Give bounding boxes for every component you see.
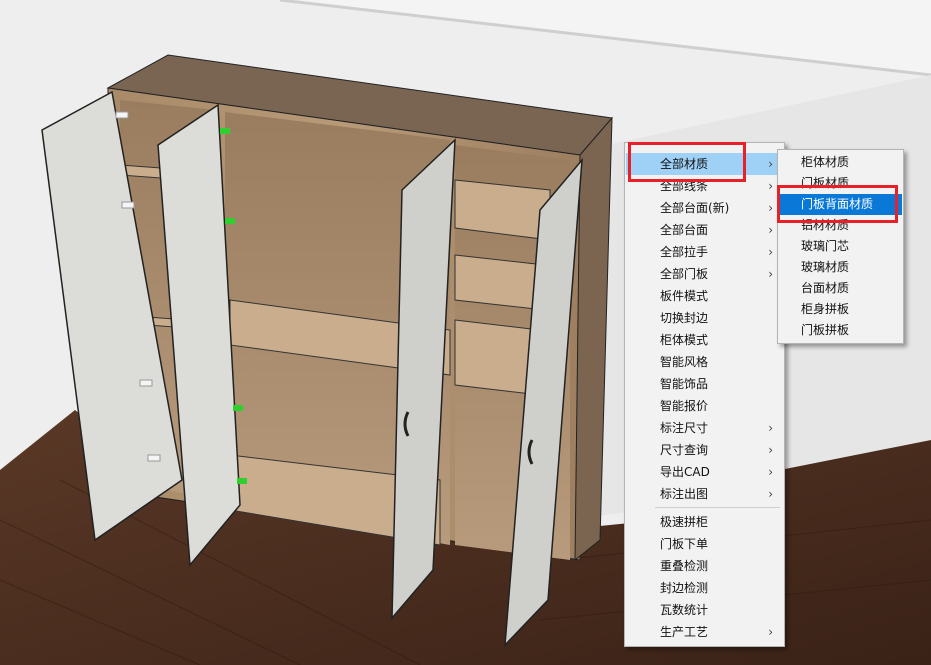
menu-item[interactable]: 标注出图 › xyxy=(626,483,783,505)
menu-item[interactable]: 瓦数统计 xyxy=(626,599,783,621)
menu-item[interactable]: 极速拼柜 xyxy=(626,511,783,533)
menu-item-label: 封边检测 xyxy=(660,581,709,595)
material-submenu: 柜体材质门板材质门板背面材质 铝材材质玻璃门芯玻璃材质台面材质柜身拼板门板拼板 xyxy=(777,149,904,344)
menu-item[interactable]: 门板下单 xyxy=(626,533,783,555)
menu-item[interactable]: 全部线条 › xyxy=(626,175,783,197)
chevron-right-icon: › xyxy=(768,157,773,171)
menu-item-label: 智能风格 xyxy=(660,355,709,369)
chevron-right-icon: › xyxy=(768,625,773,639)
menu-item[interactable]: 生产工艺 › xyxy=(626,621,783,643)
menu-item[interactable]: 尺寸查询 › xyxy=(626,439,783,461)
menu-item-label: 全部材质 xyxy=(660,157,709,171)
menu-item-label: 柜体模式 xyxy=(660,333,709,347)
menu-item[interactable]: 导出CAD › xyxy=(626,461,783,483)
menu-item[interactable]: 标注尺寸 › xyxy=(626,417,783,439)
chevron-right-icon: › xyxy=(768,179,773,193)
chevron-right-icon: › xyxy=(768,487,773,501)
menu-item-label: 生产工艺 xyxy=(660,625,709,639)
submenu-item-label: 玻璃材质 xyxy=(801,260,850,274)
submenu-item[interactable]: 铝材材质 xyxy=(779,215,902,236)
submenu-item-label: 玻璃门芯 xyxy=(801,239,850,253)
submenu-item-label: 门板背面材质 xyxy=(801,197,874,211)
menu-item[interactable]: 重叠检测 xyxy=(626,555,783,577)
chevron-right-icon: › xyxy=(768,421,773,435)
submenu-item-label: 门板拼板 xyxy=(801,323,850,337)
menu-item[interactable]: 智能饰品 xyxy=(626,373,783,395)
submenu-item[interactable]: 玻璃门芯 xyxy=(779,236,902,257)
chevron-right-icon: › xyxy=(768,443,773,457)
menu-item[interactable]: 切换封边 xyxy=(626,307,783,329)
chevron-right-icon: › xyxy=(768,201,773,215)
menu-item-label: 智能报价 xyxy=(660,399,709,413)
menu-item[interactable]: 全部台面 › xyxy=(626,219,783,241)
menu-item-label: 重叠检测 xyxy=(660,559,709,573)
menu-item-label: 标注尺寸 xyxy=(660,421,709,435)
menu-item-label: 切换封边 xyxy=(660,311,709,325)
chevron-right-icon: › xyxy=(768,267,773,281)
chevron-right-icon: › xyxy=(768,465,773,479)
menu-item-label: 全部台面 xyxy=(660,223,709,237)
menu-item-label: 全部台面(新) xyxy=(660,201,730,215)
menu-item[interactable]: 板件模式 xyxy=(626,285,783,307)
submenu-item-label: 柜身拼板 xyxy=(801,302,850,316)
submenu-item-label: 台面材质 xyxy=(801,281,850,295)
menu-item-label: 尺寸查询 xyxy=(660,443,709,457)
menu-item[interactable]: 全部拉手 › xyxy=(626,241,783,263)
menu-item[interactable]: 智能报价 xyxy=(626,395,783,417)
menu-item-label: 门板下单 xyxy=(660,537,709,551)
chevron-right-icon: › xyxy=(768,223,773,237)
menu-item[interactable]: 封边检测 xyxy=(626,577,783,599)
menu-item-label: 全部线条 xyxy=(660,179,709,193)
submenu-item[interactable]: 柜体材质 xyxy=(779,152,902,173)
submenu-item-label: 门板材质 xyxy=(801,176,850,190)
menu-item-label: 标注出图 xyxy=(660,487,709,501)
submenu-item[interactable]: 门板背面材质 xyxy=(779,194,902,215)
submenu-item[interactable]: 台面材质 xyxy=(779,278,902,299)
submenu-item-label: 铝材材质 xyxy=(801,218,850,232)
menu-item-label: 智能饰品 xyxy=(660,377,709,391)
menu-item-label: 全部门板 xyxy=(660,267,709,281)
submenu-item[interactable]: 玻璃材质 xyxy=(779,257,902,278)
menu-item-label: 板件模式 xyxy=(660,289,709,303)
menu-item[interactable]: 智能风格 xyxy=(626,351,783,373)
submenu-item[interactable]: 门板拼板 xyxy=(779,320,902,341)
submenu-item[interactable]: 门板材质 xyxy=(779,173,902,194)
menu-item-label: 全部拉手 xyxy=(660,245,709,259)
menu-item-label: 瓦数统计 xyxy=(660,603,709,617)
menu-item[interactable]: 柜体模式 xyxy=(626,329,783,351)
menu-item-label: 极速拼柜 xyxy=(660,515,709,529)
menu-item-label: 导出CAD xyxy=(660,465,710,479)
menu-item[interactable]: 全部材质 › xyxy=(626,153,783,175)
chevron-right-icon: › xyxy=(768,245,773,259)
menu-separator xyxy=(655,507,780,508)
submenu-item-label: 柜体材质 xyxy=(801,155,850,169)
context-menu: 全部材质 › 全部线条 › 全部台面(新) › 全部台面 › 全部拉手 › 全部门板 › 板件模式切换封… xyxy=(624,142,785,647)
submenu-item[interactable]: 柜身拼板 xyxy=(779,299,902,320)
menu-item[interactable]: 全部门板 › xyxy=(626,263,783,285)
menu-item[interactable]: 全部台面(新) › xyxy=(626,197,783,219)
